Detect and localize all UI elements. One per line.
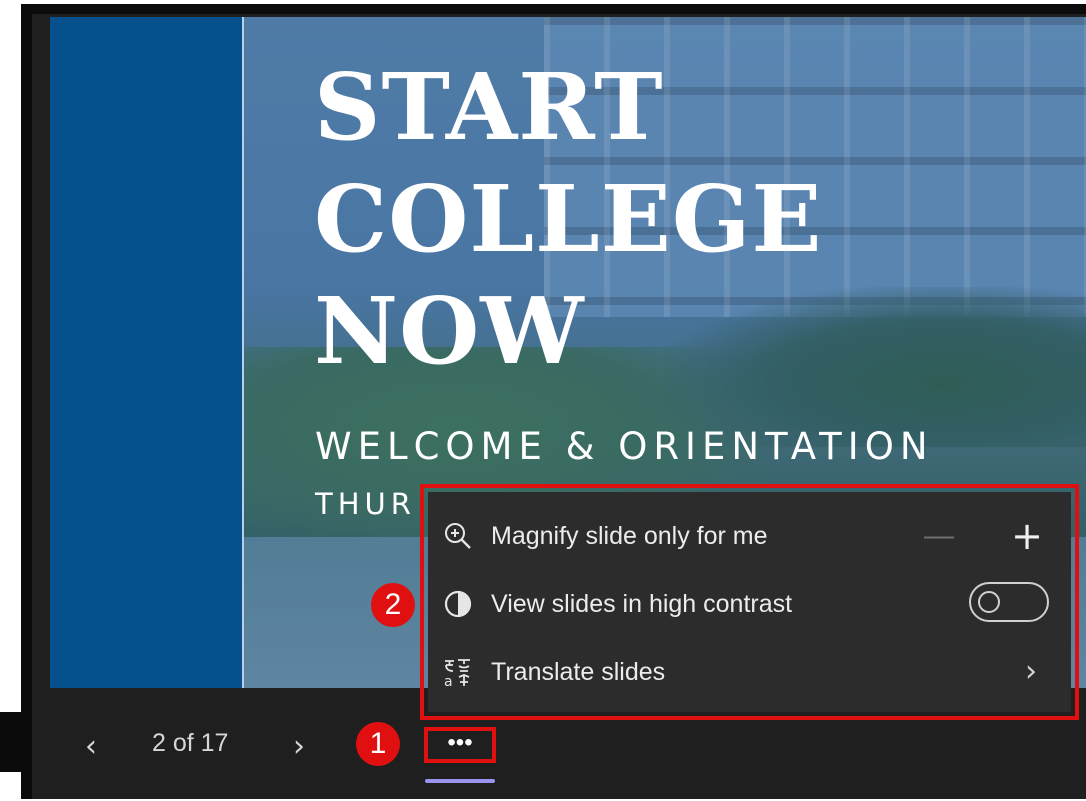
more-options-active-indicator (425, 779, 495, 783)
menu-item-high-contrast[interactable]: View slides in high contrast (428, 572, 1071, 636)
menu-item-high-contrast-label: View slides in high contrast (491, 590, 793, 618)
annotation-badge-1: 1 (356, 722, 400, 766)
menu-item-magnify-label: Magnify slide only for me (491, 522, 768, 550)
menu-item-translate[interactable]: a Translate slides › (428, 640, 1071, 704)
slide-date-line: THUR (315, 487, 416, 521)
menu-item-magnify[interactable]: Magnify slide only for me — + (428, 504, 1071, 568)
more-options-button[interactable]: ••• (424, 727, 496, 763)
chevron-right-icon[interactable]: › (286, 732, 312, 762)
slide-title-line-3: NOW (314, 277, 585, 385)
high-contrast-toggle[interactable] (969, 582, 1049, 622)
svg-text:a: a (444, 674, 453, 688)
toggle-knob (978, 591, 1000, 613)
slide-title-line-1: START (314, 53, 664, 161)
contrast-icon (442, 588, 474, 620)
cropped-edge-element (0, 712, 30, 772)
zoom-in-icon (442, 520, 474, 552)
translate-icon: a (442, 656, 474, 690)
slide-blue-panel (50, 17, 242, 688)
page-indicator: 2 of 17 (152, 729, 229, 757)
annotation-badge-2: 2 (371, 583, 415, 627)
slide-title: START COLLEGE NOW (314, 51, 823, 387)
more-options-icon: ••• (447, 729, 473, 756)
chevron-right-icon: › (1025, 654, 1037, 689)
slide-title-line-2: COLLEGE (314, 165, 823, 273)
zoom-out-button[interactable]: — (921, 519, 957, 553)
chevron-left-icon[interactable]: ‹ (78, 732, 104, 762)
more-options-menu: Magnify slide only for me — + View slide… (428, 492, 1071, 712)
slide-subtitle: WELCOME & ORIENTATION (315, 425, 934, 468)
zoom-in-button[interactable]: + (1007, 517, 1047, 555)
menu-item-translate-label: Translate slides (491, 658, 666, 686)
